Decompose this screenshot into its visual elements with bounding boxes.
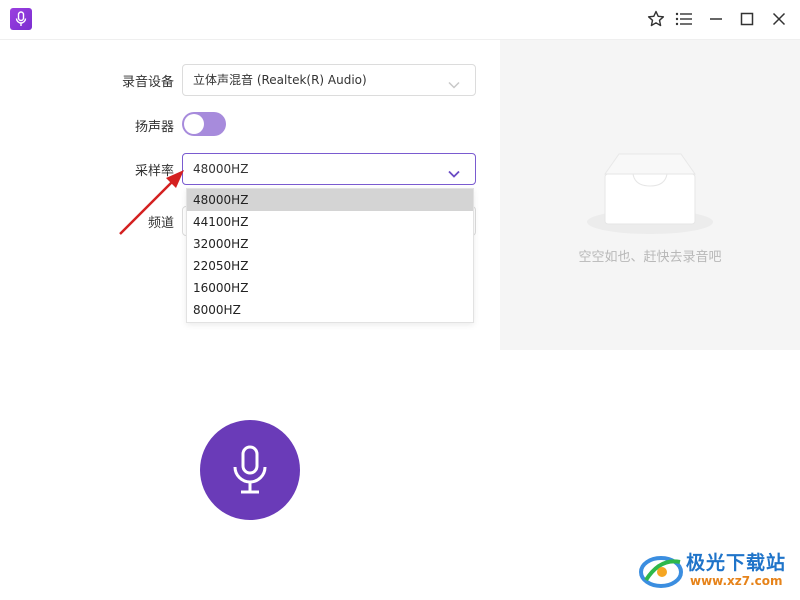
dropdown-option-44100[interactable]: 44100HZ [187,211,473,233]
chevron-down-icon [447,73,461,103]
speaker-toggle[interactable] [182,112,226,136]
device-label: 录音设备 [121,75,174,90]
watermark-brand: 极光下载站 [686,552,787,574]
recordings-panel: 空空如也、赶快去录音吧 [500,40,800,350]
empty-state-text: 空空如也、赶快去录音吧 [578,250,722,265]
empty-inbox-icon [587,153,713,234]
watermark-swirl-icon [639,556,683,588]
samplerate-select-value: 48000HZ [193,162,249,176]
record-button[interactable] [200,420,300,520]
annotation-arrow [119,170,184,235]
device-select[interactable]: 立体声混音 (Realtek(R) Audio) [182,64,476,96]
watermark-url: www.xz7.com [690,574,783,588]
list-menu-icon[interactable] [671,6,697,32]
device-select-value: 立体声混音 (Realtek(R) Audio) [193,73,367,87]
speaker-label: 扬声器 [134,120,174,135]
title-bar [0,0,800,40]
watermark-logo: 极光下载站 www.xz7.com [638,546,794,592]
app-microphone-icon [10,8,32,30]
dropdown-option-48000[interactable]: 48000HZ [187,189,473,211]
samplerate-dropdown-list: 48000HZ 44100HZ 32000HZ 22050HZ 16000HZ … [186,188,474,323]
samplerate-select[interactable]: 48000HZ [182,153,476,185]
maximize-icon[interactable] [734,6,760,32]
toggle-knob [184,114,204,134]
dropdown-option-8000[interactable]: 8000HZ [187,299,473,321]
close-icon[interactable] [766,6,792,32]
microphone-icon [233,445,267,494]
minimize-icon[interactable] [703,6,729,32]
dropdown-option-32000[interactable]: 32000HZ [187,233,473,255]
dropdown-option-22050[interactable]: 22050HZ [187,255,473,277]
star-icon[interactable] [643,6,669,32]
dropdown-option-16000[interactable]: 16000HZ [187,277,473,299]
